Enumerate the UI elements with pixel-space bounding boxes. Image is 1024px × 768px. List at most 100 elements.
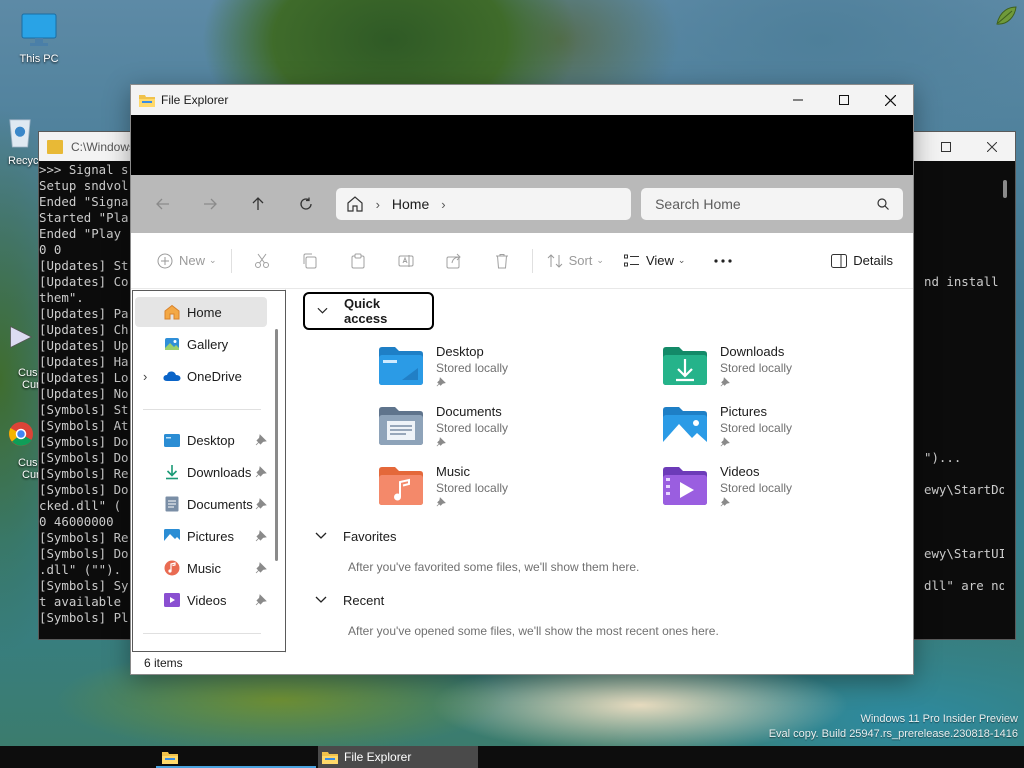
file-explorer-icon <box>139 95 155 107</box>
sort-button[interactable]: Sort ⌄ <box>539 245 612 277</box>
quick-access-item-videos[interactable]: Videos Stored locally <box>662 464 882 520</box>
nav-item-home[interactable]: Home <box>135 297 267 327</box>
nav-item-music[interactable]: Music <box>135 553 267 583</box>
window-title: File Explorer <box>161 93 229 107</box>
pin-icon <box>720 437 730 447</box>
favorites-label: Favorites <box>343 528 397 544</box>
pin-icon[interactable] <box>255 530 267 542</box>
close-icon <box>987 141 997 152</box>
refresh-button[interactable] <box>286 187 326 221</box>
command-bar: New ⌄ Sort ⌄ View ⌄ Details <box>131 233 913 289</box>
nav-item-gallery[interactable]: Gallery <box>135 329 267 359</box>
item-name: Videos <box>720 464 760 479</box>
share-button[interactable] <box>430 245 478 277</box>
quick-access-item-documents[interactable]: Documents Stored locally <box>378 404 598 460</box>
arrow-up-icon <box>252 197 264 210</box>
breadcrumb[interactable]: › Home › <box>335 188 632 220</box>
console-line-right <box>924 370 1004 386</box>
cut-button[interactable] <box>238 245 286 277</box>
pin-icon[interactable] <box>255 434 267 446</box>
taskbar: File Explorer <box>0 746 1024 768</box>
copy-button[interactable] <box>286 245 334 277</box>
sort-icon <box>547 253 562 268</box>
close-button[interactable] <box>867 85 913 115</box>
breadcrumb-item-home[interactable]: Home <box>392 196 429 212</box>
copy-icon <box>303 253 317 268</box>
maximize-button[interactable] <box>821 85 867 115</box>
delete-button[interactable] <box>478 245 526 277</box>
quick-access-item-desktop[interactable]: Desktop Stored locally <box>378 344 598 400</box>
nav-item-desktop[interactable]: Desktop <box>135 425 267 455</box>
console-maximize-button[interactable] <box>923 132 969 161</box>
rename-button[interactable] <box>382 245 430 277</box>
console-line-right <box>924 338 1004 354</box>
plus-circle-icon <box>157 253 173 268</box>
console-line-right <box>924 210 1004 226</box>
videos-folder-icon <box>663 467 707 505</box>
divider <box>531 248 533 273</box>
watermark-line-2: Eval copy. Build 25947.rs_prerelease.230… <box>768 728 1018 740</box>
console-line-right <box>924 386 1004 402</box>
quick-access-item-music[interactable]: Music Stored locally <box>378 464 598 520</box>
pin-icon <box>720 377 730 387</box>
quick-access-item-pictures[interactable]: Pictures Stored locally <box>662 404 882 460</box>
chevron-right-icon[interactable]: › <box>441 197 445 212</box>
pin-icon[interactable] <box>255 498 267 510</box>
back-button[interactable] <box>143 187 183 221</box>
console-close-button[interactable] <box>969 132 1015 161</box>
desktop-icon-label: This PC <box>19 53 59 65</box>
minimize-button[interactable] <box>775 85 821 115</box>
paste-button[interactable] <box>334 245 382 277</box>
view-button[interactable]: View ⌄ <box>616 245 694 277</box>
nav-item-onedrive[interactable]: › OneDrive <box>135 361 267 391</box>
search-input[interactable] <box>655 196 877 212</box>
recent-header[interactable]: Recent <box>303 581 396 619</box>
nav-item-label: Pictures <box>187 528 234 544</box>
documents-folder-icon <box>379 407 423 445</box>
address-bar-area: › Home › <box>131 175 913 233</box>
nav-item-label: OneDrive <box>187 368 242 384</box>
desktop-icon-shortcut-1[interactable]: Cus Cur <box>4 312 40 391</box>
forward-button[interactable] <box>191 187 231 221</box>
navigation-pane: Home Gallery › OneDrive Desktop Download… <box>131 289 286 653</box>
favorites-empty-message: After you've favorited some files, we'll… <box>348 560 640 574</box>
console-scrollbar[interactable] <box>1003 180 1007 198</box>
quick-access-header[interactable]: Quick access <box>303 292 434 330</box>
console-line-right: nd install <box>924 274 999 289</box>
pin-icon[interactable] <box>255 594 267 606</box>
nav-item-downloads[interactable]: Downloads <box>135 457 267 487</box>
nav-pane-scrollbar[interactable] <box>275 329 278 561</box>
nav-divider <box>143 633 261 634</box>
taskbar-item-folder[interactable] <box>156 746 316 768</box>
console-line-right <box>924 162 1004 178</box>
see-more-button[interactable] <box>699 245 747 277</box>
file-explorer-window[interactable]: File Explorer › Home › Search Home New ⌄… <box>130 84 914 675</box>
nav-item-label: Gallery <box>187 336 229 352</box>
search-box[interactable] <box>641 188 903 220</box>
taskbar-item-file-explorer[interactable]: File Explorer <box>318 746 478 768</box>
documents-folder-icon <box>163 496 181 512</box>
pin-icon[interactable] <box>255 562 267 574</box>
pin-icon <box>720 497 730 507</box>
new-button[interactable]: New ⌄ <box>149 245 225 277</box>
rename-icon <box>398 254 414 267</box>
desktop-icon-this-pc[interactable]: This PC <box>7 12 71 65</box>
home-icon <box>346 196 363 212</box>
up-button[interactable] <box>238 187 278 221</box>
nav-item-documents[interactable]: Documents <box>135 489 267 519</box>
explorer-titlebar[interactable]: File Explorer <box>131 85 913 115</box>
quick-access-item-downloads[interactable]: Downloads Stored locally <box>662 344 882 400</box>
sort-button-label: Sort <box>568 253 593 268</box>
favorites-header[interactable]: Favorites <box>303 517 408 555</box>
gallery-icon <box>163 336 181 352</box>
desktop-icon-shortcut-chrome[interactable]: Cus Cur <box>4 416 40 481</box>
new-button-label: New <box>179 253 206 268</box>
details-button[interactable]: Details <box>823 245 901 277</box>
nav-item-pictures[interactable]: Pictures <box>135 521 267 551</box>
chevron-right-icon[interactable]: › <box>143 369 157 384</box>
onedrive-icon <box>163 368 181 384</box>
console-line-right <box>924 418 1004 434</box>
pin-icon[interactable] <box>255 466 267 478</box>
console-line-right <box>924 306 1004 322</box>
nav-item-videos[interactable]: Videos <box>135 585 267 615</box>
